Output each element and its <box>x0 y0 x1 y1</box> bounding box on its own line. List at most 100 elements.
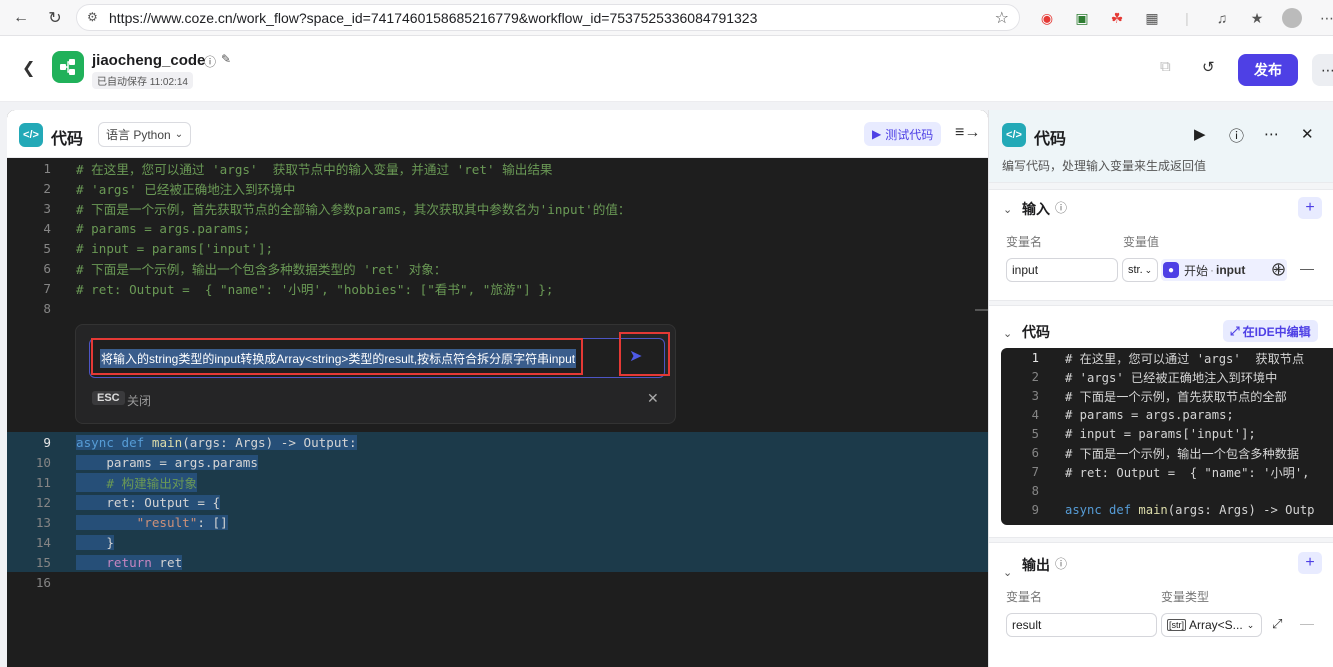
test-code-label: 测试代码 <box>885 127 934 142</box>
autosave-status: 已自动保存 11:02:14 <box>92 72 193 89</box>
section-divider <box>989 300 1333 306</box>
output-var-name-field[interactable]: result <box>1006 613 1157 637</box>
add-input-button[interactable]: + <box>1298 197 1322 219</box>
editor-header: </> 代码 语言 Python ⌄ ▶ 测试代码 ≡→ <box>7 110 988 158</box>
section-divider <box>989 537 1333 543</box>
extension-green-icon[interactable]: ▣ <box>1069 5 1095 31</box>
line-number: 1 <box>43 160 51 176</box>
more-icon[interactable]: ⋯ <box>1264 125 1279 143</box>
line-number: 5 <box>1031 426 1039 441</box>
publish-button[interactable]: 发布 <box>1238 54 1298 86</box>
language-label: 语言 Python <box>106 128 171 142</box>
line-number: 2 <box>43 180 51 196</box>
help-icon[interactable]: ⓘ <box>1229 125 1244 146</box>
variable-picker-icon[interactable]: ⨁ <box>1272 261 1285 277</box>
extensions-puzzle-icon[interactable]: ▦ <box>1139 5 1165 31</box>
code-text: # params = args.params; <box>76 220 251 236</box>
workflow-name: jiaocheng_code <box>92 52 206 69</box>
code-preview[interactable]: 1 # 在这里，您可以通过 'args' 获取节点 2 # 'args' 已经被正确… <box>1001 348 1333 525</box>
start-node-icon: ● <box>1163 262 1179 278</box>
back-icon[interactable]: ← <box>8 5 34 31</box>
chevron-down-icon[interactable]: ⌄ <box>1003 566 1012 579</box>
code-line: 3 # 下面是一个示例，首先获取节点的全部输入参数params，其次获取其中参数名… <box>7 198 988 218</box>
extension-mushroom-icon[interactable]: ☘ <box>1104 5 1130 31</box>
info-icon[interactable]: ⓘ <box>204 53 216 70</box>
browser-menu-icon[interactable]: ⋯ <box>1314 5 1333 31</box>
line-number: 3 <box>1031 388 1039 403</box>
site-info-icon[interactable]: ⚙ <box>87 10 98 24</box>
code-text: params = args.params <box>76 454 258 470</box>
line-number: 7 <box>43 280 51 296</box>
remove-icon[interactable]: — <box>1300 260 1314 276</box>
media-icon[interactable]: ♫ <box>1209 5 1235 31</box>
address-bar[interactable]: ⚙ https://www.coze.cn/work_flow?space_id… <box>76 4 1020 31</box>
section-divider <box>989 182 1333 190</box>
input-var-type-select[interactable]: str. ⌄ <box>1122 258 1158 282</box>
info-icon[interactable]: ⓘ <box>1055 199 1067 216</box>
back-arrow-icon[interactable]: ❮ <box>22 58 35 78</box>
language-select[interactable]: 语言 Python ⌄ <box>98 122 192 147</box>
keyword: def <box>1109 502 1132 517</box>
output-var-type-select[interactable]: [str] Array<S... ⌄ <box>1161 613 1262 637</box>
code-line-selected: 13 "result": [] <box>7 512 988 532</box>
highlight-box-prompt <box>91 338 583 375</box>
keyword: async <box>76 434 114 450</box>
code-line: 5 # input = params['input']; <box>1001 424 1333 443</box>
editor-title: 代码 <box>51 131 84 148</box>
reload-icon[interactable]: ↻ <box>42 5 68 31</box>
bookmark-star-icon[interactable]: ☆ <box>995 8 1009 28</box>
code-text: # input = params['input']; <box>76 240 274 256</box>
expand-icon[interactable]: ⤢ <box>1272 616 1282 632</box>
variable-reference[interactable]: ● 开始 · input ✕ <box>1161 259 1287 281</box>
extension-red-icon[interactable]: ◉ <box>1034 5 1060 31</box>
ref-variable: input <box>1216 263 1246 277</box>
more-options-button[interactable]: ⋯ <box>1312 54 1333 86</box>
close-icon[interactable]: ✕ <box>1301 125 1314 143</box>
close-icon[interactable]: ✕ <box>647 390 659 407</box>
code-line-selected: 10 params = args.params <box>7 452 988 472</box>
add-output-button[interactable]: + <box>1298 552 1322 574</box>
test-code-button[interactable]: ▶ 测试代码 <box>864 122 942 146</box>
history-icon[interactable]: ↺ <box>1202 58 1215 76</box>
code-line: 8 <box>7 298 988 318</box>
code-text: # params = args.params; <box>1065 407 1234 422</box>
chevron-down-icon[interactable]: ⌄ <box>1003 327 1012 340</box>
type-icon: [str] <box>1167 619 1186 631</box>
edit-icon[interactable]: ✎ <box>221 52 231 66</box>
code-line: 9 async def main(args: Args) -> Outp <box>1001 500 1333 519</box>
keyword: return <box>106 554 152 570</box>
code-node-icon: </> <box>1002 123 1026 147</box>
code-text: ret <box>151 554 183 570</box>
column-label-value: 变量值 <box>1123 235 1160 249</box>
collapse-panel-icon[interactable]: ≡→ <box>955 124 980 142</box>
code-line: 8 <box>1001 481 1333 500</box>
chevron-down-icon: ⌄ <box>1246 619 1255 630</box>
code-line-selected: 15 return ret <box>7 552 988 572</box>
column-label-name: 变量名 <box>1006 235 1043 249</box>
line-number: 7 <box>1031 464 1039 479</box>
line-number: 5 <box>43 240 51 256</box>
code-text: # 下面是一个示例，首先获取节点的全部输入参数params，其次获取其中参数名为… <box>76 201 631 217</box>
edit-in-ide-button[interactable]: ⤢ 在IDE中编辑 <box>1223 320 1318 342</box>
line-number: 14 <box>35 534 51 550</box>
function-name: main <box>151 434 183 450</box>
code-text: } <box>76 534 114 550</box>
line-number: 9 <box>43 434 51 450</box>
extensions-bar: ◉ ▣ ☘ ▦ | ♫ ★ ⋯ <box>1034 5 1333 31</box>
code-text: # 'args' 已经被正确地注入到环境中 <box>1065 370 1278 385</box>
favorites-icon[interactable]: ★ <box>1244 5 1270 31</box>
app-header: ❮ jiaocheng_code ⓘ ✎ 已自动保存 11:02:14 ⧉ ↺ … <box>0 36 1333 102</box>
code-line: 4 # params = args.params; <box>1001 405 1333 424</box>
run-icon[interactable]: ▶ <box>1194 125 1206 143</box>
chevron-down-icon[interactable]: ⌄ <box>1003 203 1012 216</box>
esc-key-badge: ESC <box>92 391 125 405</box>
remove-icon[interactable]: — <box>1300 615 1314 631</box>
input-var-name-field[interactable]: input <box>1006 258 1118 282</box>
copy-icon[interactable]: ⧉ <box>1160 58 1171 75</box>
profile-avatar[interactable] <box>1279 5 1305 31</box>
divider-icon: | <box>1185 10 1189 26</box>
line-number: 8 <box>43 300 51 316</box>
function-name: main <box>1138 502 1168 517</box>
send-icon[interactable]: ➤ <box>629 346 642 366</box>
info-icon[interactable]: ⓘ <box>1055 555 1067 572</box>
